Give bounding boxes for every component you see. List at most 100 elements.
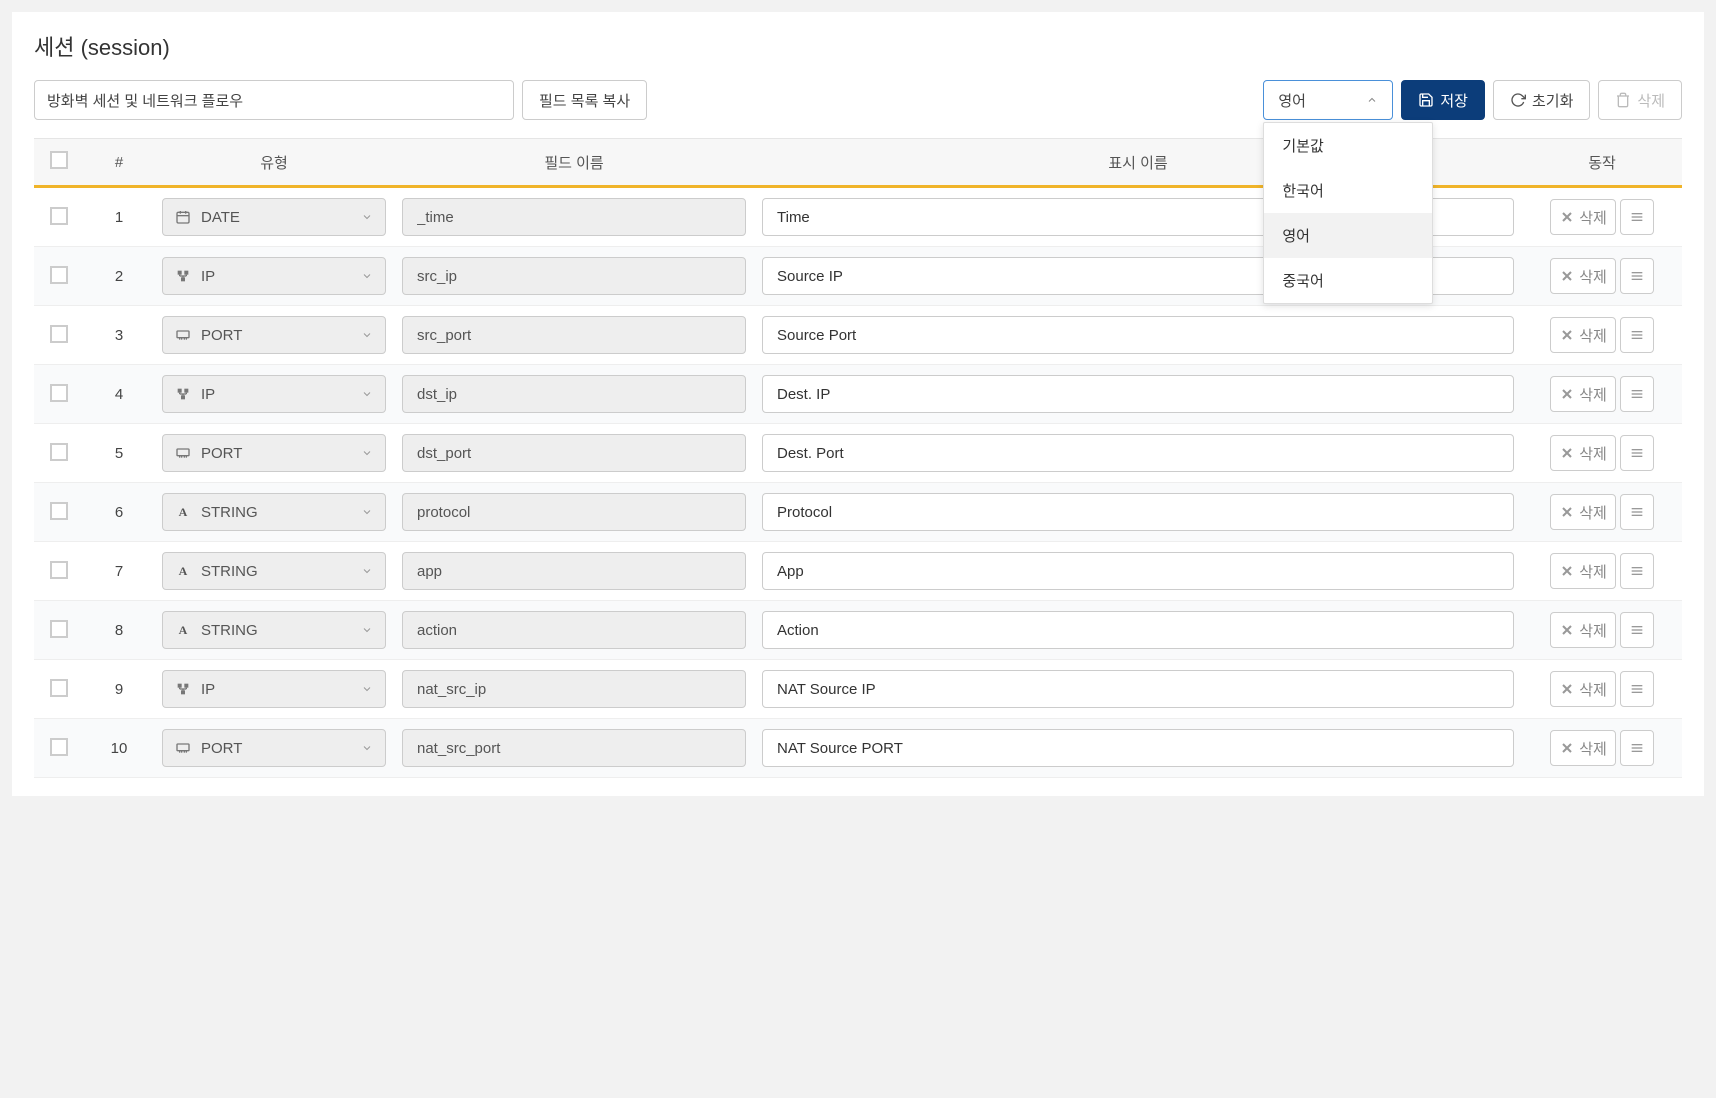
- row-delete-button[interactable]: 삭제: [1550, 258, 1616, 294]
- ip-icon: [175, 681, 191, 697]
- lang-option-korean[interactable]: 한국어: [1264, 168, 1432, 213]
- chevron-down-icon: [361, 506, 373, 518]
- type-select[interactable]: DATE: [162, 198, 386, 236]
- row-number: 3: [84, 306, 154, 365]
- row-drag-handle[interactable]: [1620, 494, 1654, 530]
- close-icon: [1559, 563, 1575, 579]
- display-name-input[interactable]: [762, 729, 1514, 767]
- description-input[interactable]: [34, 80, 514, 120]
- row-drag-handle[interactable]: [1620, 376, 1654, 412]
- table-row: 6STRING삭제: [34, 483, 1682, 542]
- row-drag-handle[interactable]: [1620, 317, 1654, 353]
- row-checkbox[interactable]: [50, 325, 68, 343]
- table-header: # 유형 필드 이름 표시 이름 동작: [34, 139, 1682, 187]
- table-row: 8STRING삭제: [34, 601, 1682, 660]
- display-name-input[interactable]: [762, 493, 1514, 531]
- row-drag-handle[interactable]: [1620, 199, 1654, 235]
- row-checkbox[interactable]: [50, 207, 68, 225]
- row-drag-handle[interactable]: [1620, 671, 1654, 707]
- chevron-down-icon: [361, 624, 373, 636]
- row-delete-button[interactable]: 삭제: [1550, 730, 1616, 766]
- type-select[interactable]: PORT: [162, 316, 386, 354]
- type-label: STRING: [201, 622, 258, 639]
- field-name-input[interactable]: [402, 670, 746, 708]
- row-delete-button[interactable]: 삭제: [1550, 671, 1616, 707]
- type-select[interactable]: PORT: [162, 729, 386, 767]
- row-checkbox[interactable]: [50, 738, 68, 756]
- close-icon: [1559, 386, 1575, 402]
- row-delete-button[interactable]: 삭제: [1550, 317, 1616, 353]
- table-row: 5PORT삭제: [34, 424, 1682, 483]
- chevron-down-icon: [361, 329, 373, 341]
- field-name-input[interactable]: [402, 611, 746, 649]
- row-drag-handle[interactable]: [1620, 553, 1654, 589]
- type-select[interactable]: IP: [162, 257, 386, 295]
- display-name-input[interactable]: [762, 611, 1514, 649]
- copy-fields-button[interactable]: 필드 목록 복사: [522, 80, 647, 120]
- row-checkbox[interactable]: [50, 443, 68, 461]
- lang-option-english[interactable]: 영어: [1264, 213, 1432, 258]
- type-select[interactable]: IP: [162, 670, 386, 708]
- delete-button[interactable]: 삭제: [1598, 80, 1682, 120]
- close-icon: [1559, 327, 1575, 343]
- field-name-input[interactable]: [402, 198, 746, 236]
- row-delete-button[interactable]: 삭제: [1550, 553, 1616, 589]
- menu-icon: [1629, 504, 1645, 520]
- menu-icon: [1629, 563, 1645, 579]
- trash-icon: [1615, 92, 1631, 108]
- field-name-input[interactable]: [402, 434, 746, 472]
- language-select-value: 영어: [1278, 90, 1306, 111]
- field-name-input[interactable]: [402, 552, 746, 590]
- display-name-input[interactable]: [762, 434, 1514, 472]
- lang-option-default[interactable]: 기본값: [1264, 123, 1432, 168]
- row-checkbox[interactable]: [50, 384, 68, 402]
- row-drag-handle[interactable]: [1620, 730, 1654, 766]
- row-number: 10: [84, 719, 154, 778]
- close-icon: [1559, 209, 1575, 225]
- type-label: STRING: [201, 563, 258, 580]
- field-name-input[interactable]: [402, 375, 746, 413]
- row-checkbox[interactable]: [50, 502, 68, 520]
- row-delete-button[interactable]: 삭제: [1550, 435, 1616, 471]
- row-delete-button[interactable]: 삭제: [1550, 376, 1616, 412]
- row-drag-handle[interactable]: [1620, 612, 1654, 648]
- session-panel: 세션 (session) 필드 목록 복사 영어 기본값 한국어 영어 중국어 …: [12, 12, 1704, 796]
- row-checkbox[interactable]: [50, 679, 68, 697]
- save-button[interactable]: 저장: [1401, 80, 1485, 120]
- ip-icon: [175, 268, 191, 284]
- row-checkbox[interactable]: [50, 561, 68, 579]
- row-delete-button[interactable]: 삭제: [1550, 494, 1616, 530]
- reset-button[interactable]: 초기화: [1493, 80, 1590, 120]
- row-checkbox[interactable]: [50, 620, 68, 638]
- select-all-checkbox[interactable]: [50, 151, 68, 169]
- type-select[interactable]: PORT: [162, 434, 386, 472]
- date-icon: [175, 209, 191, 225]
- row-drag-handle[interactable]: [1620, 258, 1654, 294]
- field-name-input[interactable]: [402, 257, 746, 295]
- type-select[interactable]: STRING: [162, 611, 386, 649]
- chevron-down-icon: [361, 211, 373, 223]
- language-dropdown: 기본값 한국어 영어 중국어: [1263, 122, 1433, 304]
- row-delete-button[interactable]: 삭제: [1550, 199, 1616, 235]
- row-drag-handle[interactable]: [1620, 435, 1654, 471]
- refresh-icon: [1510, 92, 1526, 108]
- close-icon: [1559, 445, 1575, 461]
- col-field: 필드 이름: [394, 139, 754, 187]
- type-select[interactable]: IP: [162, 375, 386, 413]
- field-name-input[interactable]: [402, 493, 746, 531]
- lang-option-chinese[interactable]: 중국어: [1264, 258, 1432, 303]
- row-delete-button[interactable]: 삭제: [1550, 612, 1616, 648]
- type-label: IP: [201, 386, 215, 403]
- row-checkbox[interactable]: [50, 266, 68, 284]
- display-name-input[interactable]: [762, 552, 1514, 590]
- field-name-input[interactable]: [402, 316, 746, 354]
- type-select[interactable]: STRING: [162, 552, 386, 590]
- display-name-input[interactable]: [762, 375, 1514, 413]
- table-row: 3PORT 삭제: [34, 306, 1682, 365]
- display-name-input[interactable]: [762, 670, 1514, 708]
- language-select[interactable]: 영어: [1263, 80, 1393, 120]
- type-select[interactable]: STRING: [162, 493, 386, 531]
- display-name-input[interactable]: [762, 316, 1514, 354]
- field-name-input[interactable]: [402, 729, 746, 767]
- language-select-wrap: 영어 기본값 한국어 영어 중국어: [1263, 80, 1393, 120]
